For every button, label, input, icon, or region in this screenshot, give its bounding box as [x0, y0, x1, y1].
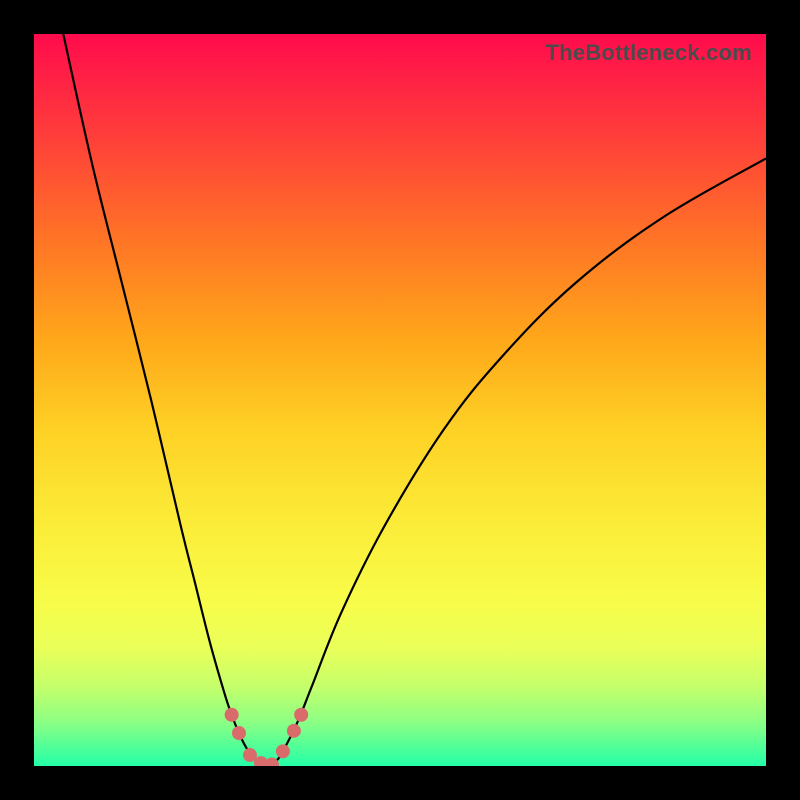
plot-area: TheBottleneck.com	[34, 34, 766, 766]
chart-frame: TheBottleneck.com	[0, 0, 800, 800]
highlight-dot	[232, 726, 246, 740]
highlight-dots	[225, 708, 309, 766]
highlight-dot	[225, 708, 239, 722]
chart-svg	[34, 34, 766, 766]
highlight-dot	[276, 744, 290, 758]
right-curve	[268, 158, 766, 766]
highlight-dot	[294, 708, 308, 722]
highlight-dot	[287, 724, 301, 738]
left-curve	[63, 34, 268, 766]
